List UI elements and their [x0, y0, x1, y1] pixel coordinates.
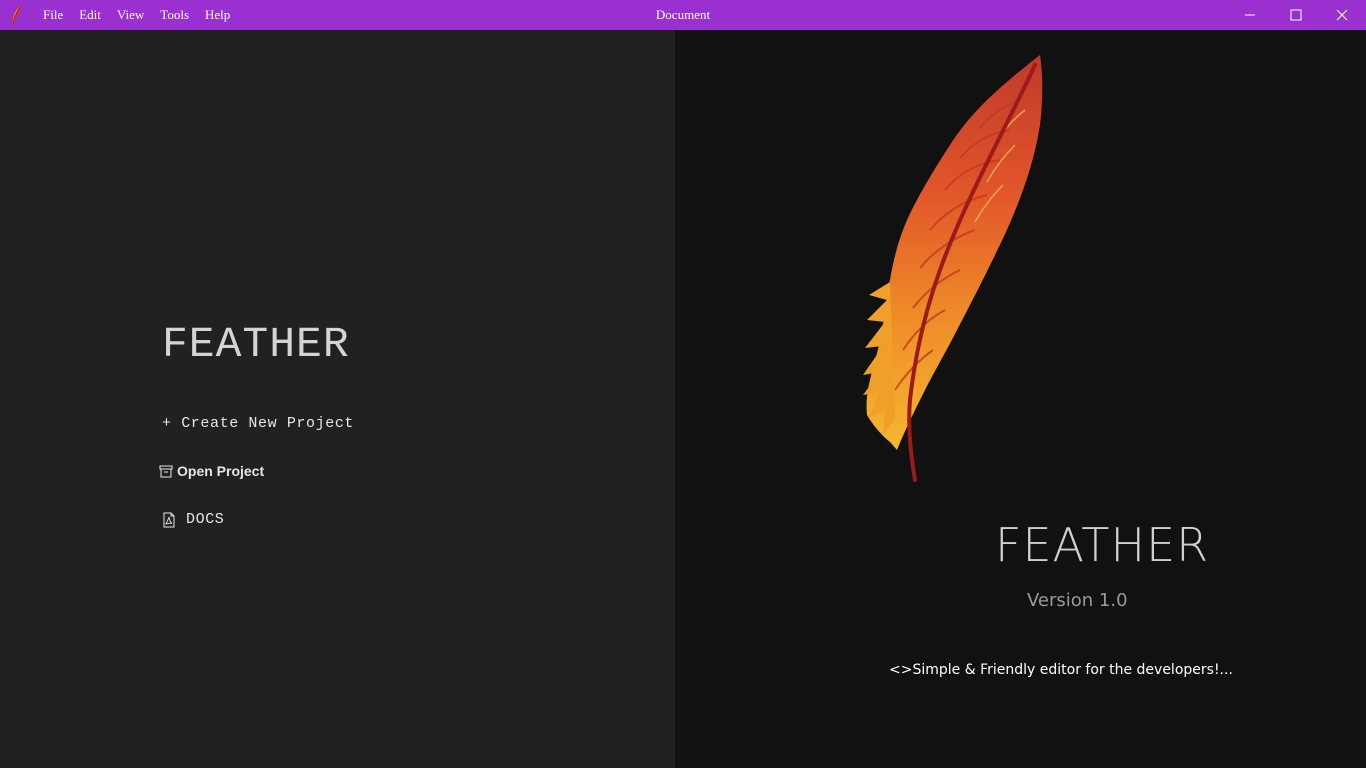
feather-logo — [863, 55, 1043, 482]
create-new-project-button[interactable]: + Create New Project — [162, 415, 354, 432]
open-project-button[interactable]: Open Project — [159, 463, 264, 479]
docs-button[interactable]: DOCS — [162, 511, 224, 528]
version-label: Version 1.0 — [1027, 590, 1128, 611]
menu-view[interactable]: View — [117, 7, 144, 23]
maximize-icon — [1290, 9, 1302, 21]
archive-box-icon — [159, 464, 173, 478]
start-panel: FEATHER + Create New Project Open Projec… — [0, 30, 675, 768]
menu-file[interactable]: File — [43, 7, 63, 23]
tagline: <>Simple & Friendly editor for the devel… — [889, 662, 1233, 678]
feather-app-icon — [12, 5, 22, 26]
splash-panel: FEATHER Version 1.0 <>Simple & Friendly … — [675, 30, 1366, 768]
menu-bar: File Edit View Tools Help — [43, 0, 246, 30]
create-new-project-label: + Create New Project — [162, 415, 355, 432]
minimize-button[interactable] — [1227, 0, 1273, 30]
close-icon — [1336, 9, 1348, 21]
title-bar: File Edit View Tools Help Document — [0, 0, 1366, 30]
app-title: FEATHER — [162, 320, 350, 369]
menu-help[interactable]: Help — [205, 7, 230, 23]
maximize-button[interactable] — [1273, 0, 1319, 30]
menu-edit[interactable]: Edit — [79, 7, 101, 23]
pdf-file-icon — [162, 512, 176, 528]
splash-app-title: FEATHER — [995, 518, 1210, 572]
open-project-label: Open Project — [177, 463, 265, 479]
close-button[interactable] — [1319, 0, 1365, 30]
minimize-icon — [1245, 14, 1255, 16]
menu-tools[interactable]: Tools — [160, 7, 189, 23]
docs-label: DOCS — [186, 511, 225, 528]
